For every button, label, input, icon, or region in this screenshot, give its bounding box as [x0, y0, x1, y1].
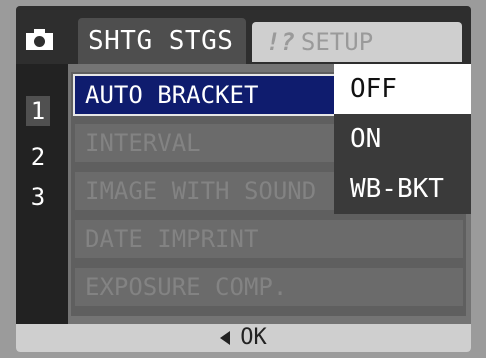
- page-number-3[interactable]: 3: [26, 182, 50, 212]
- option-wb-bkt[interactable]: WB-BKT: [334, 164, 471, 214]
- camera-icon: [26, 29, 53, 50]
- option-popup: OFF ON WB-BKT: [334, 64, 471, 214]
- menu-item-label: EXPOSURE COMP.: [85, 273, 288, 301]
- tab-setup[interactable]: !? SETUP: [252, 22, 462, 62]
- footer-bar: OK: [16, 324, 471, 352]
- tab-setup-label: SETUP: [300, 28, 374, 56]
- page-number-2[interactable]: 2: [26, 142, 50, 172]
- page-number-1[interactable]: 1: [26, 96, 50, 126]
- setup-icon: !?: [266, 28, 295, 56]
- menu-item-label: IMAGE WITH SOUND: [85, 177, 317, 205]
- tab-bar: SHTG STGS !? SETUP: [16, 6, 471, 64]
- menu-item-date-imprint[interactable]: DATE IMPRINT: [75, 220, 463, 258]
- menu-item-label: INTERVAL: [85, 129, 201, 157]
- menu-item-label: AUTO BRACKET: [85, 81, 259, 109]
- left-arrow-icon: [220, 331, 231, 345]
- menu-item-exposure-comp[interactable]: EXPOSURE COMP.: [75, 268, 463, 306]
- camera-lcd-screen: SHTG STGS !? SETUP 1 2 3 AUTO BRACKET INT…: [16, 6, 471, 352]
- menu-item-label: DATE IMPRINT: [85, 225, 259, 253]
- ok-label[interactable]: OK: [240, 325, 267, 350]
- option-on[interactable]: ON: [334, 114, 471, 164]
- tab-shooting-settings[interactable]: SHTG STGS: [78, 18, 246, 64]
- option-off[interactable]: OFF: [334, 64, 471, 114]
- page-number-column: 1 2 3: [16, 64, 68, 324]
